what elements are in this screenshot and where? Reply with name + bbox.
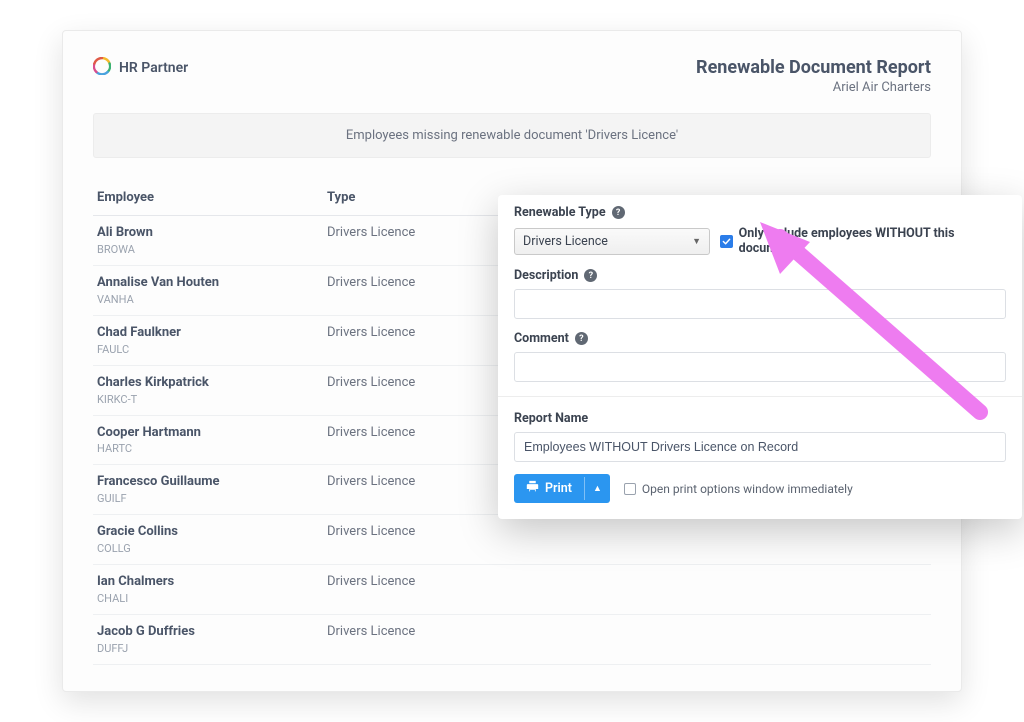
chevron-down-icon: ▼	[692, 236, 701, 247]
employee-code: DUFFJ	[97, 642, 319, 655]
action-bar: Print ▲ Open print options window immedi…	[514, 474, 1006, 503]
employee-name: Francesco Guillaume	[97, 474, 319, 491]
report-title: Renewable Document Report	[696, 57, 931, 78]
title-block: Renewable Document Report Ariel Air Char…	[696, 57, 931, 95]
employee-code: VANHA	[97, 293, 319, 306]
employee-code: FAULC	[97, 343, 319, 356]
employee-name: Charles Kirkpatrick	[97, 375, 319, 392]
comment-label: Comment ?	[514, 331, 1006, 346]
employee-name: Cooper Hartmann	[97, 425, 319, 442]
employee-name: Chad Faulkner	[97, 325, 319, 342]
comment-input[interactable]	[514, 352, 1006, 382]
open-print-options-checkbox-group[interactable]: Open print options window immediately	[624, 482, 853, 496]
table-row: Gracie CollinsCOLLG Drivers Licence	[93, 515, 931, 565]
description-label: Description ?	[514, 268, 1006, 283]
renewable-type-label: Renewable Type ?	[514, 205, 1006, 220]
report-name-input[interactable]	[514, 432, 1006, 462]
printer-icon	[526, 480, 539, 497]
company-name: Ariel Air Charters	[696, 80, 931, 95]
report-subtitle: Employees missing renewable document 'Dr…	[93, 113, 931, 158]
employee-code: BROWA	[97, 243, 319, 256]
open-print-options-label: Open print options window immediately	[642, 482, 853, 496]
only-without-checkbox-group[interactable]: Only include employees WITHOUT this docu…	[720, 226, 1006, 256]
open-print-options-checkbox[interactable]	[624, 483, 636, 495]
employee-name: Ali Brown	[97, 225, 319, 242]
report-header: HR Partner Renewable Document Report Ari…	[93, 57, 931, 95]
employee-code: CHALI	[97, 592, 319, 605]
employee-type: Drivers Licence	[323, 515, 931, 565]
brand-logo-icon	[93, 57, 111, 79]
table-row: Ian ChalmersCHALI Drivers Licence	[93, 565, 931, 615]
employee-name: Jacob G Duffries	[97, 624, 319, 641]
employee-name: Ian Chalmers	[97, 574, 319, 591]
table-row: Jacob G DuffriesDUFFJ Drivers Licence	[93, 615, 931, 665]
renewable-type-select[interactable]: Drivers Licence ▼	[514, 228, 710, 255]
select-value: Drivers Licence	[523, 234, 608, 249]
help-icon[interactable]: ?	[575, 332, 588, 345]
print-button[interactable]: Print ▲	[514, 474, 610, 503]
brand: HR Partner	[93, 57, 188, 79]
employee-type: Drivers Licence	[323, 565, 931, 615]
brand-name: HR Partner	[119, 60, 188, 76]
only-without-label: Only include employees WITHOUT this docu…	[739, 226, 1006, 256]
employee-code: COLLG	[97, 542, 319, 555]
divider	[498, 396, 1022, 397]
report-name-label: Report Name	[514, 411, 1006, 426]
employee-name: Annalise Van Houten	[97, 275, 319, 292]
col-header-employee: Employee	[93, 182, 323, 216]
help-icon[interactable]: ?	[612, 206, 625, 219]
report-options-panel: Renewable Type ? Drivers Licence ▼ Only …	[498, 195, 1022, 519]
help-icon[interactable]: ?	[584, 269, 597, 282]
print-dropdown-toggle[interactable]: ▲	[584, 477, 610, 500]
description-input[interactable]	[514, 289, 1006, 319]
employee-code: GUILF	[97, 492, 319, 505]
only-without-checkbox[interactable]	[720, 235, 733, 248]
employee-code: HARTC	[97, 442, 319, 455]
employee-type: Drivers Licence	[323, 615, 931, 665]
employee-code: KIRKC-T	[97, 393, 319, 406]
employee-name: Gracie Collins	[97, 524, 319, 541]
